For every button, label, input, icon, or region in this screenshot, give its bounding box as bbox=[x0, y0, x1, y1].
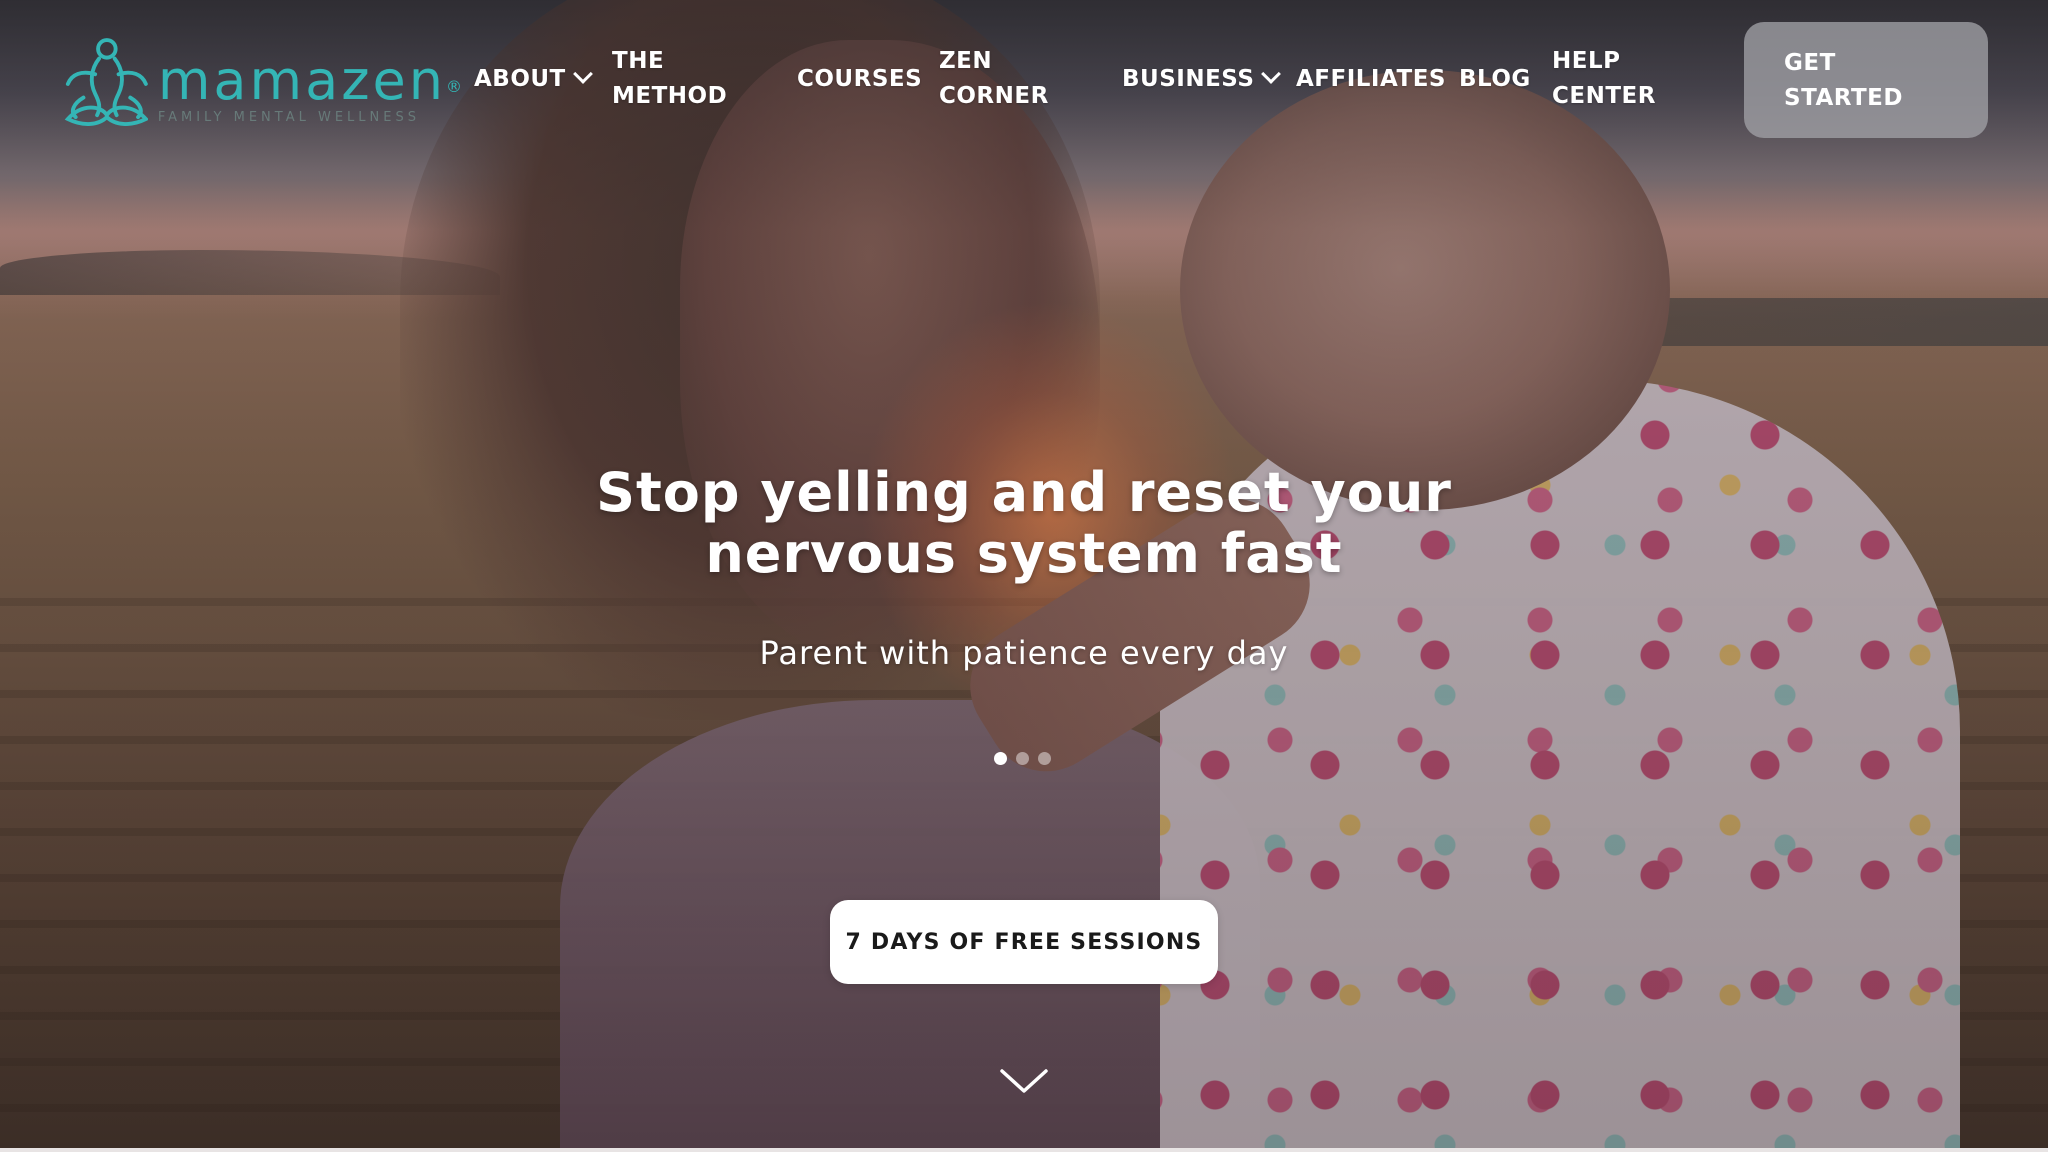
carousel-dots bbox=[994, 752, 1051, 765]
nav-item-business[interactable]: BUSINESS bbox=[1122, 62, 1282, 97]
logo-text: mamazen® FAMILY MENTAL WELLNESS bbox=[157, 49, 462, 126]
logo-wordmark: mamazen® bbox=[157, 49, 462, 112]
chevron-down-icon bbox=[1261, 63, 1282, 84]
nav-item-affiliates[interactable]: AFFILIATES bbox=[1296, 62, 1446, 97]
hero-title: Stop yelling and reset your nervous syst… bbox=[596, 461, 1452, 585]
nav-label: ABOUT bbox=[474, 66, 566, 92]
lotus-figure-icon bbox=[64, 38, 148, 126]
nav-item-blog[interactable]: BLOG bbox=[1459, 62, 1531, 97]
nav-item-help-center[interactable]: HELP CENTER bbox=[1552, 44, 1672, 114]
carousel-dot-2[interactable] bbox=[1016, 752, 1029, 765]
nav-label: AFFILIATES bbox=[1296, 66, 1446, 92]
nav-item-about[interactable]: ABOUT bbox=[474, 62, 593, 97]
chevron-down-icon bbox=[572, 63, 593, 84]
hero-subtitle: Parent with patience every day bbox=[759, 634, 1289, 672]
nav-item-courses[interactable]: COURSES bbox=[797, 62, 922, 97]
nav-label: COURSES bbox=[797, 66, 923, 92]
carousel-dot-1[interactable] bbox=[994, 752, 1007, 765]
nav-item-the-method[interactable]: THE METHOD bbox=[612, 44, 742, 114]
nav-label: BUSINESS bbox=[1122, 66, 1255, 92]
nav-item-zen-corner[interactable]: ZEN CORNER bbox=[939, 44, 1059, 114]
carousel-dot-3[interactable] bbox=[1038, 752, 1051, 765]
nav-label: BLOG bbox=[1459, 66, 1531, 92]
logo-tagline: FAMILY MENTAL WELLNESS bbox=[157, 110, 420, 125]
nav-label: HELP CENTER bbox=[1552, 48, 1656, 109]
nav-label: THE METHOD bbox=[612, 48, 728, 109]
page-bottom-edge bbox=[0, 1148, 2048, 1152]
brand-logo[interactable]: mamazen® FAMILY MENTAL WELLNESS bbox=[62, 34, 462, 130]
nav-label: ZEN CORNER bbox=[939, 48, 1049, 109]
get-started-button[interactable]: GET STARTED bbox=[1744, 22, 1988, 138]
free-sessions-button[interactable]: 7 DAYS OF FREE SESSIONS bbox=[830, 900, 1218, 984]
chevron-down-icon[interactable] bbox=[999, 1066, 1049, 1096]
